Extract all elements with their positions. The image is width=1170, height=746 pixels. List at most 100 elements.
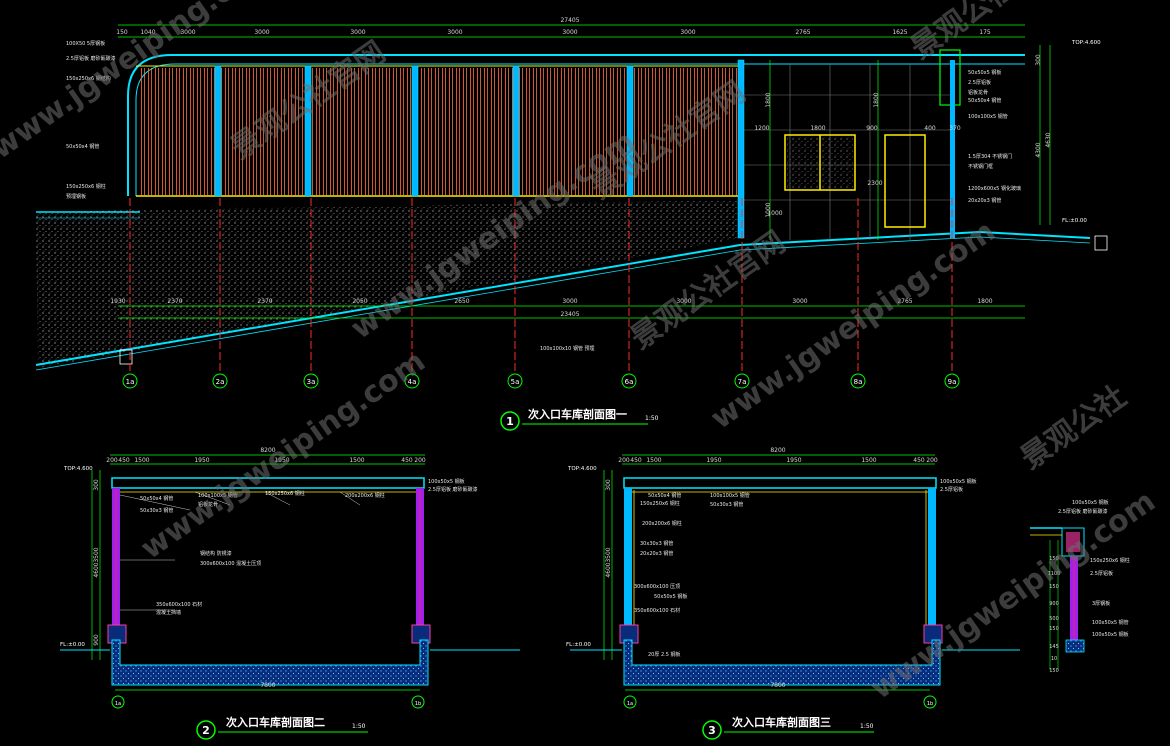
watermark-text: www.jgweiping.com [345, 124, 642, 347]
top-dim: 1500 [861, 457, 876, 464]
top-dim: 200 [414, 457, 426, 464]
s1-right-dim: 1800 [765, 92, 772, 107]
s2-bottom-dim: 7800 [260, 682, 275, 689]
cad-drawing-canvas: 27405 23405 150 1040 3000 3000 3000 3000 3000 3… [0, 0, 1170, 746]
top-dim: 450 [401, 457, 413, 464]
s3-note: 150x250x6 钢柱 [640, 500, 680, 507]
s1-title-block: 1 次入口车库剖面图一 1:50 [500, 407, 659, 431]
s1-bottom-dim: 3000 [792, 298, 807, 305]
s2-axis-1b: 1b [415, 701, 421, 707]
s3-note: 50x30x3 钢管 [710, 501, 743, 508]
watermark-text: www.jgweiping.com [865, 484, 1162, 707]
s2-note: 混凝土挡墙 [156, 609, 181, 616]
s3-notes: 100x50x5 钢板2.5厚铝板 50x50x4 钢管150x250x6 钢柱 1… [634, 478, 977, 658]
top-dim: 1950 [786, 457, 801, 464]
s2-note: 钢结构 防锈漆 [200, 550, 232, 557]
text-layer: 27405 23405 150 1040 3000 3000 3000 3000 3000 3… [0, 0, 1162, 740]
s1-top-dim: 3000 [562, 29, 577, 36]
s3-note: 2.5厚铝板 [940, 486, 963, 493]
left-dim: 3500 [605, 547, 612, 562]
s1-mid-dim: 1000 [767, 210, 782, 217]
s3-note: 100x100x5 钢管 [710, 492, 750, 499]
s1-top-dim: 3000 [447, 29, 462, 36]
s1-top-dim: 150 [116, 29, 128, 36]
s1-title: 次入口车库剖面图一 [528, 407, 627, 421]
s1-right-note: 铝板龙骨 [968, 89, 988, 96]
s1-bottom-dim: 1800 [977, 298, 992, 305]
s3-note: 100x50x5 钢板 [940, 478, 977, 485]
s1-top-dim: 2765 [795, 29, 810, 36]
detail-note: 100x50x5 钢管 [1092, 619, 1129, 626]
s1-mid-dim: 2300 [867, 180, 882, 187]
watermark-text: 景观公社官网 [225, 35, 393, 167]
s2-scale: 1:50 [352, 723, 366, 730]
s1-right-dims: 300 43004630 1800 1800 1000 [765, 54, 1052, 218]
s3-bottom-dim: 7800 [770, 682, 785, 689]
left-dim: 900 [93, 634, 100, 646]
left-dim: 3500 [93, 547, 100, 562]
s1-left-note: 50x50x4 钢管 [66, 143, 99, 150]
s2-note: 200x200x6 钢柱 [345, 492, 385, 499]
s3-note: 50x50x5 钢板 [654, 593, 687, 600]
s1-right-note: 1200x600x5 钢化玻璃 [968, 185, 1021, 192]
s1-top-level: TOP:4.600 [1071, 40, 1101, 46]
s1-floor-level: FL:±0.00 [1062, 218, 1087, 224]
s1-total-dim: 27405 [560, 17, 579, 24]
s1-right-dim: 300 [1035, 54, 1042, 66]
s2-axis-1a: 1a [115, 701, 121, 707]
s1-top-dim: 3000 [680, 29, 695, 36]
axis-label: 6a [625, 378, 634, 386]
s2-number: 2 [202, 724, 210, 737]
detail-dim: 145 [1049, 644, 1059, 650]
s2-note: 150x250x6 钢柱 [265, 490, 305, 497]
axis-label: 3a [307, 378, 316, 386]
top-dim: 1500 [349, 457, 364, 464]
detail-dim: 150 [1049, 668, 1059, 674]
s3-note: 300x600x100 压顶 [634, 584, 680, 590]
s1-left-note: 100X50 5厚钢板 [66, 40, 105, 47]
s1-mid-dim: 400 [924, 125, 936, 132]
top-dim: 200 [926, 457, 938, 464]
s1-bottom-dim: 3000 [562, 298, 577, 305]
top-dim: 450 [118, 457, 130, 464]
s1-mid-dim: 1200 [754, 125, 769, 132]
s1-top-dim: 3000 [350, 29, 365, 36]
s1-right-dim: 4630 [1045, 132, 1052, 147]
left-dim: 300 [93, 479, 100, 491]
s1-ramp-note: 100x100x10 钢管 预埋 [540, 345, 595, 352]
s1-right-note: 50x50x4 钢管 [968, 97, 1001, 104]
s1-left-note: 预埋钢板 [66, 193, 86, 200]
s2-floor-level: FL:±0.00 [60, 642, 85, 648]
s1-scale: 1:50 [645, 415, 659, 422]
axis-label: 2a [216, 378, 225, 386]
s1-axis-bubbles: 1a 2a 3a 4a 5a 6a 7a 8a 9a [122, 373, 960, 389]
watermark-text: 景观公社 [1015, 379, 1133, 476]
s1-right-notes: 50x50x5 钢板 2.5厚铝板铝板龙骨50x50x4 钢管 100x100x5 … [968, 69, 1021, 204]
s3-top-dims: 200 450 1500 1950 1950 1500 450 200 [618, 457, 938, 464]
top-dim: 1500 [646, 457, 661, 464]
s1-right-note: 不锈钢门框 [968, 163, 993, 170]
s3-left-dims: 300 35004600 [605, 479, 612, 578]
s2-note: 2.5厚铝板 磨砂氟碳漆 [428, 486, 478, 493]
detail-note: 3厚钢板 [1092, 600, 1110, 607]
left-dim: 4600 [93, 562, 100, 577]
s1-right-note: 20x20x3 钢管 [968, 197, 1001, 204]
s1-bottom-dim: 2370 [167, 298, 182, 305]
axis-label: 1a [126, 378, 135, 386]
s3-floor-level: FL:±0.00 [566, 642, 591, 648]
s3-total-dim: 8200 [770, 447, 785, 454]
s2-title: 次入口车库剖面图二 [226, 715, 325, 729]
s2-title-block: 2 次入口车库剖面图二 1:50 [196, 715, 368, 740]
s1-mid-dim: 1800 [810, 125, 825, 132]
s1-bottom-dim: 2650 [454, 298, 469, 305]
s1-top-dim: 175 [979, 29, 991, 36]
s3-note: 200x200x6 钢柱 [642, 520, 682, 527]
s1-top-dims: 150 1040 3000 3000 3000 3000 3000 3000 2765 1625 1… [116, 29, 991, 36]
detail-note: 2.5厚铝板 [1090, 570, 1113, 577]
s3-top-level: TOP:4.600 [567, 466, 597, 472]
detail-dim: 900 [1049, 601, 1059, 607]
s1-bottom-dim: 2370 [257, 298, 272, 305]
s3-title: 次入口车库剖面图三 [732, 715, 831, 729]
s1-right-dim: 4300 [1035, 142, 1042, 157]
s1-right-note: 1.5厚304 不锈钢门 [968, 153, 1012, 160]
